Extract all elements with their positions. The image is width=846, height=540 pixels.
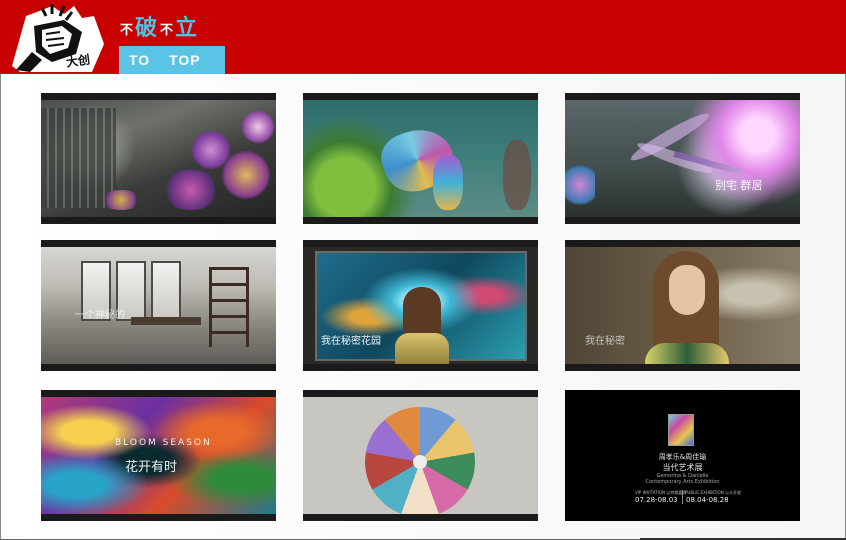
thumbnail-image — [565, 100, 800, 217]
video-thumbnail-portrait[interactable]: 我在秘密 — [565, 240, 800, 371]
slogan-char-1: 不 — [120, 23, 134, 38]
tile-caption: 我在秘密花园 — [321, 336, 381, 347]
poster-title-1: 周孝乐&周佳瑜 — [658, 453, 707, 461]
poster-public-dates: 08.04-08.28 — [686, 496, 729, 504]
video-thumbnail-crystal-flower[interactable] — [41, 93, 276, 224]
tile-caption: 花开有时 — [125, 460, 178, 475]
poster-vip-dates: 07.28-08.03 — [635, 496, 678, 504]
thumbnail-image — [41, 100, 276, 217]
tile-caption: 别宅 群居 — [715, 179, 763, 192]
video-thumbnail-interior[interactable]: 一个神秘的 — [41, 240, 276, 371]
video-thumbnail-abstract[interactable]: BLOOM SEASON 花开有时 — [41, 390, 276, 521]
header-bar: 大创 不 破 不 立 TO TOP — [0, 0, 846, 74]
poster-divider — [682, 490, 683, 504]
slogan-char-2: 破 — [135, 16, 159, 41]
slogan-char-4: 立 — [175, 16, 199, 41]
poster-title-2: 当代艺术展 — [662, 463, 703, 472]
slogan: 不 破 不 立 — [120, 14, 198, 42]
thumbnail-image — [303, 397, 538, 514]
video-thumbnail-dragonfly[interactable]: 别宅 群居 — [565, 93, 800, 224]
thumbnail-image — [303, 100, 538, 217]
tile-caption: 一个神秘的 — [75, 310, 125, 321]
logo-text: 大创 — [65, 52, 91, 70]
video-thumbnail-glass-fish[interactable] — [303, 93, 538, 224]
thumbnail-image: 周孝乐&周佳瑜 当代艺术展 Gemorina & Danielle Contem… — [565, 390, 800, 521]
slogan-char-3: 不 — [160, 23, 174, 38]
video-thumbnail-poster[interactable]: 周孝乐&周佳瑜 当代艺术展 Gemorina & Danielle Contem… — [565, 390, 800, 521]
poster-subtitle-2: Contemporary Arts Exhibition — [645, 479, 720, 485]
tile-caption-en: BLOOM SEASON — [115, 438, 212, 448]
video-thumbnail-collage[interactable] — [303, 390, 538, 521]
logo[interactable]: 大创 — [12, 4, 104, 72]
video-thumbnail-painting-viewer[interactable]: 我在秘密花园 — [303, 240, 538, 371]
to-top-button[interactable]: TO TOP — [119, 46, 225, 74]
poster-artwork — [668, 414, 694, 446]
gallery-area: 别宅 群居 一个神秘的 我在秘密花园 我在秘密 BLOOM SEASON 花开有… — [0, 74, 846, 540]
tile-caption: 我在秘密 — [585, 336, 625, 347]
